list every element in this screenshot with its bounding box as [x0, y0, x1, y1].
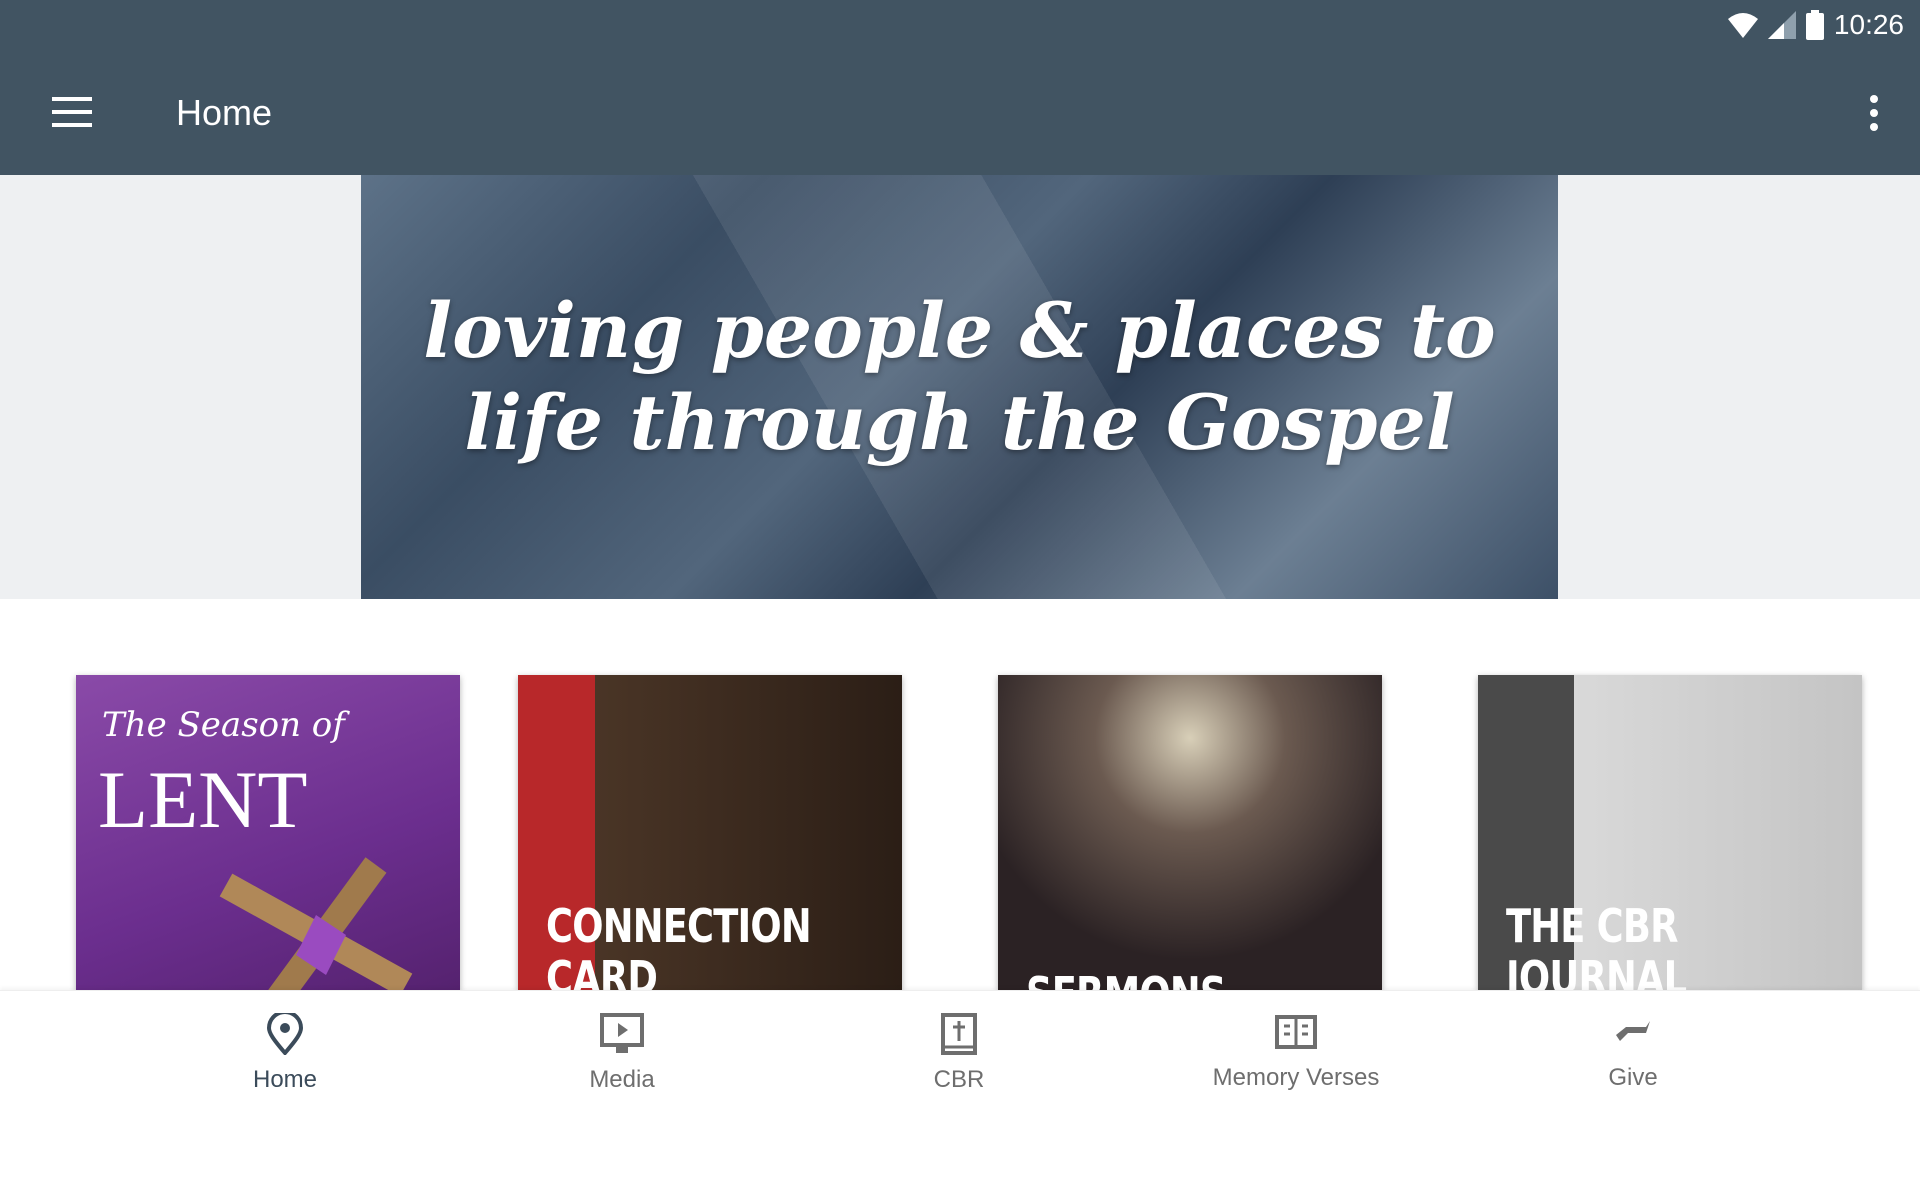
video-play-icon: [600, 1013, 644, 1053]
nav-label: Media: [589, 1066, 655, 1093]
wifi-icon: [1727, 13, 1758, 38]
signal-icon: [1767, 11, 1796, 39]
card-sermons[interactable]: SERMONS: [998, 675, 1382, 990]
system-navigation-bar: [0, 1115, 1920, 1200]
card-cbr-journal[interactable]: THE CBR JOURNAL: [1478, 675, 1862, 990]
app-bar: 10:26 Home: [0, 0, 1920, 175]
card-connection-card[interactable]: CONNECTION CARD: [518, 675, 902, 990]
nav-label: CBR: [933, 1066, 985, 1093]
hero-tagline-line2: life through the Gospel: [464, 378, 1455, 467]
clock: 10:26: [1833, 9, 1904, 40]
hamburger-menu-icon[interactable]: [52, 97, 92, 127]
bible-icon: [941, 1013, 977, 1055]
nav-label: Memory Verses: [1212, 1064, 1380, 1091]
bottom-navigation: Home Media CBR Memory Verses Give: [0, 990, 1920, 1115]
battery-icon: [1805, 10, 1824, 40]
nav-label: Give: [1608, 1064, 1658, 1091]
location-pin-icon: [266, 1010, 304, 1057]
card-label: CONNECTION CARD: [546, 899, 812, 990]
nav-memory-verses[interactable]: Memory Verses: [1176, 991, 1416, 1116]
hero-tagline-line1: loving people & places to: [423, 286, 1496, 375]
card-label: THE CBR JOURNAL: [1506, 899, 1687, 990]
nav-media[interactable]: Media: [502, 991, 742, 1116]
hero-tagline: loving people & places to life through t…: [361, 285, 1558, 469]
card-label: SERMONS: [1026, 968, 1226, 990]
page-title: Home: [176, 92, 273, 133]
lent-logo-small: The Season of: [102, 705, 345, 745]
status-bar: 10:26: [1727, 8, 1904, 42]
nav-label: Home: [252, 1066, 318, 1093]
cross-icon: [219, 857, 413, 990]
giving-hand-icon: [1616, 1021, 1650, 1041]
more-vertical-icon[interactable]: [1868, 95, 1880, 131]
hero-banner[interactable]: loving people & places to life through t…: [361, 175, 1558, 599]
nav-give[interactable]: Give: [1513, 991, 1753, 1116]
card-lent[interactable]: The Season of LENT: [76, 675, 460, 990]
open-book-icon: [1275, 1015, 1317, 1049]
nav-home[interactable]: Home: [165, 991, 405, 1116]
nav-cbr[interactable]: CBR: [839, 991, 1079, 1116]
